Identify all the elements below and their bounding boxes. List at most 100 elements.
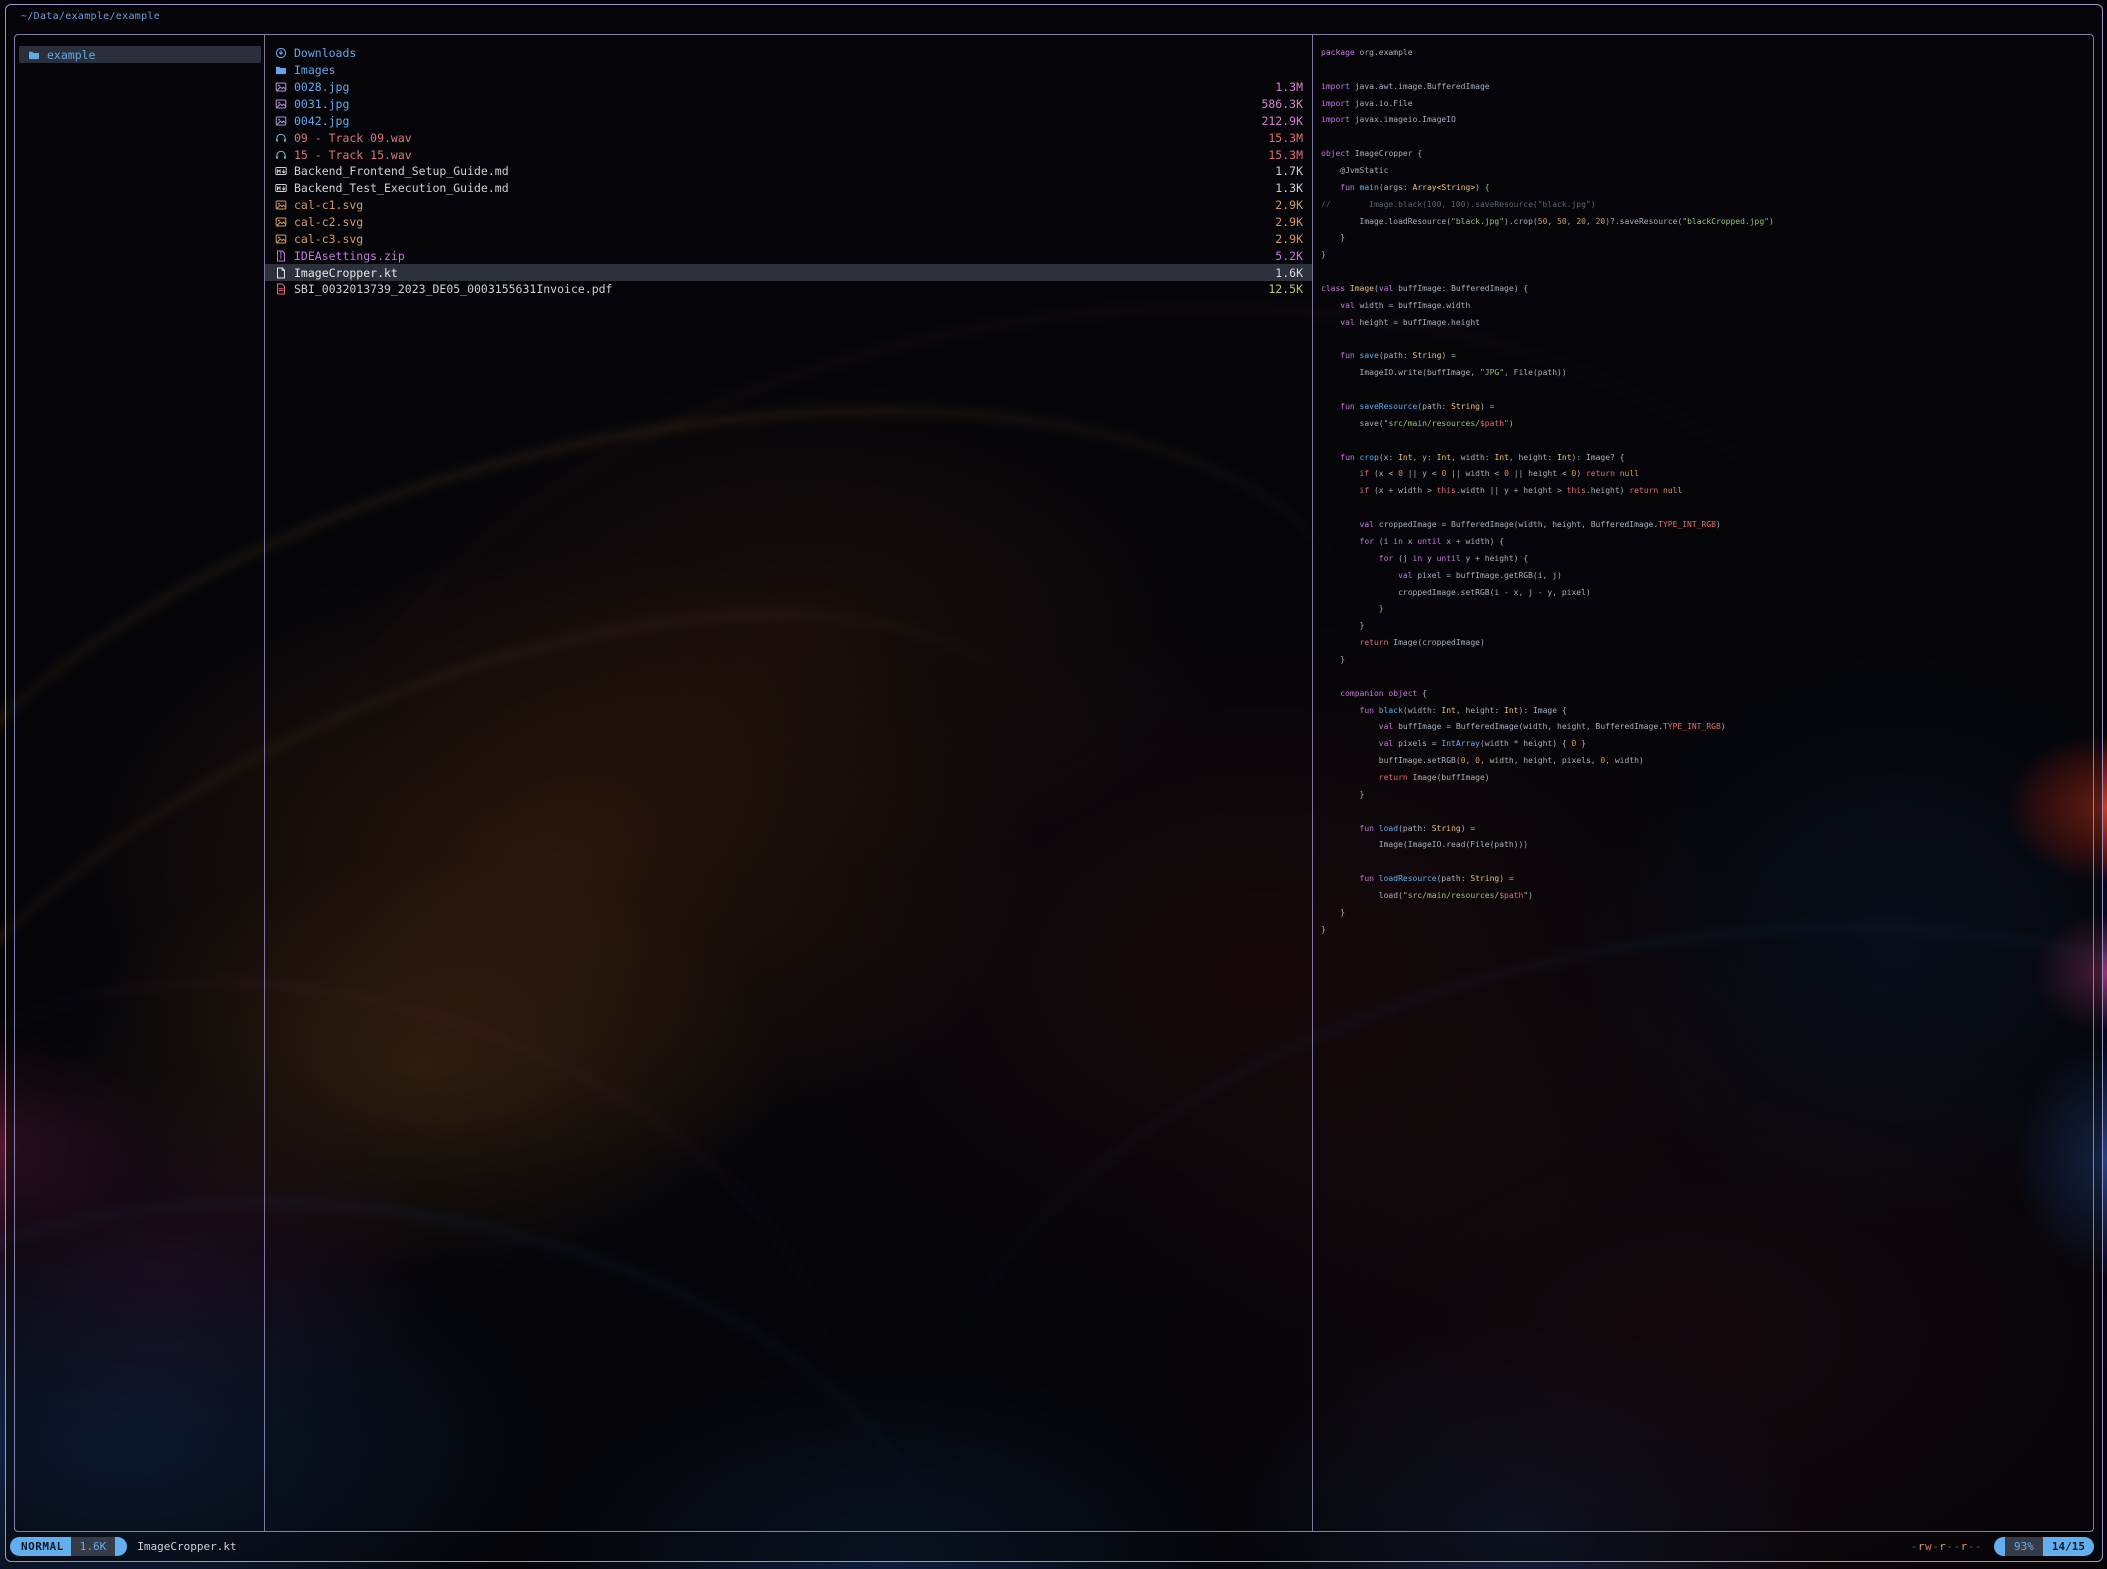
code-line: import javax.imageio.ImageIO (1321, 112, 2091, 129)
file-size: 2.9K (1275, 198, 1303, 212)
file-row[interactable]: 09 - Track 09.wav15.3M (265, 129, 1312, 146)
powerline-cap-icon (1994, 1537, 2005, 1556)
file-name: 0028.jpg (294, 80, 349, 94)
file-row[interactable]: Images (265, 62, 1312, 79)
code-line: // Image.black(100, 100).saveResource("b… (1321, 197, 2091, 214)
code-line: } (1321, 618, 2091, 635)
code-line: fun crop(x: Int, y: Int, width: Int, hei… (1321, 450, 2091, 467)
file-size: 15.3M (1268, 148, 1303, 162)
file-size: 15.3M (1268, 131, 1303, 145)
file-icon (275, 267, 288, 279)
file-row[interactable]: cal-c3.svg 2.9K (265, 230, 1312, 247)
file-name: Backend_Frontend_Setup_Guide.md (294, 164, 509, 178)
file-size: 2.9K (1275, 232, 1303, 246)
code-line: val pixel = buffImage.getRGB(i, j) (1321, 568, 2091, 585)
code-line: fun saveResource(path: String) = (1321, 399, 2091, 416)
code-line (1321, 500, 2091, 517)
code-line (1321, 129, 2091, 146)
code-line: } (1321, 247, 2091, 264)
code-line: val width = buffImage.width (1321, 298, 2091, 315)
file-row[interactable]: SBI_0032013739_2023_DE05_0003155631Invoi… (265, 281, 1312, 298)
terminal-window: ~/Data/example/example example Downloads… (5, 4, 2103, 1562)
permissions: -rw-r--r-- (1911, 1540, 1982, 1553)
image-icon (275, 115, 288, 127)
file-name: 15 - Track 15.wav (294, 148, 412, 162)
code-line: fun black(width: Int, height: Int): Imag… (1321, 703, 2091, 720)
code-line: for (i in x until x + width) { (1321, 534, 2091, 551)
code-line (1321, 854, 2091, 871)
powerline-cap-icon (115, 1537, 127, 1556)
file-row[interactable]: 0031.jpg586.3K (265, 96, 1312, 113)
file-row[interactable]: 0042.jpg 212.9K (265, 112, 1312, 129)
file-row[interactable]: Downloads (265, 45, 1312, 62)
file-row[interactable]: Backend_Frontend_Setup_Guide.md 1.7K (265, 163, 1312, 180)
file-name: IDEAsettings.zip (294, 249, 405, 263)
image-icon (275, 81, 288, 93)
file-name: cal-c1.svg (294, 198, 363, 212)
code-line: } (1321, 922, 2091, 939)
code-line: croppedImage.setRGB(i - x, j - y, pixel) (1321, 585, 2091, 602)
file-row[interactable]: Backend_Test_Execution_Guide.md1.3K (265, 180, 1312, 197)
code-line: companion object { (1321, 686, 2091, 703)
code-line: } (1321, 787, 2091, 804)
file-name: cal-c2.svg (294, 215, 363, 229)
code-line: } (1321, 230, 2091, 247)
markdown-icon (275, 165, 288, 177)
code-line: buffImage.setRGB(0, 0, width, height, pi… (1321, 753, 2091, 770)
code-line: fun load(path: String) = (1321, 821, 2091, 838)
position-indicator: 14/15 (2043, 1537, 2094, 1556)
file-row[interactable]: 15 - Track 15.wav 15.3M (265, 146, 1312, 163)
file-size: 5.2K (1275, 249, 1303, 263)
file-name: 0042.jpg (294, 114, 349, 128)
parent-dir-label: example (47, 48, 95, 62)
code-line: save("src/main/resources/$path") (1321, 416, 2091, 433)
code-line: import java.io.File (1321, 96, 2091, 113)
file-size: 212.9K (1261, 114, 1303, 128)
file-name: SBI_0032013739_2023_DE05_0003155631Invoi… (294, 282, 613, 296)
file-list: Downloads Images 0028.jpg1.3M0031.jpg586.3… (265, 45, 1312, 298)
code-line: package org.example (1321, 45, 2091, 62)
headphones-icon (275, 132, 288, 144)
status-bar: NORMAL 1.6K ImageCropper.kt -rw-r--r-- 9… (10, 1536, 2094, 1556)
code-line: load("src/main/resources/$path") (1321, 888, 2091, 905)
download-circle-icon (275, 47, 288, 59)
code-line: if (x < 0 || y < 0 || width < 0 || heigh… (1321, 466, 2091, 483)
code-line: Image(ImageIO.read(File(path))) (1321, 837, 2091, 854)
code-line (1321, 804, 2091, 821)
parent-dir-item[interactable]: example (19, 46, 261, 63)
file-row[interactable]: cal-c1.svg 2.9K (265, 197, 1312, 214)
code-line (1321, 62, 2091, 79)
image-icon (275, 199, 288, 211)
status-right: -rw-r--r-- 93% 14/15 (1911, 1537, 2094, 1556)
file-row[interactable]: cal-c2.svg2.9K (265, 214, 1312, 231)
file-name: Downloads (294, 46, 356, 60)
file-size-badge: 1.6K (71, 1537, 116, 1556)
file-row[interactable]: 0028.jpg1.3M (265, 79, 1312, 96)
code-line: Image.loadResource("black.jpg").crop(50,… (1321, 214, 2091, 231)
file-name: Backend_Test_Execution_Guide.md (294, 181, 509, 195)
code-line: ImageIO.write(buffImage, "JPG", File(pat… (1321, 365, 2091, 382)
folder-icon (28, 49, 41, 61)
file-row[interactable]: ImageCropper.kt1.6K (265, 264, 1312, 281)
file-name: cal-c3.svg (294, 232, 363, 246)
code-line: val croppedImage = BufferedImage(width, … (1321, 517, 2091, 534)
headphones-icon (275, 149, 288, 161)
file-row[interactable]: IDEAsettings.zip 5.2K (265, 247, 1312, 264)
code-line: fun main(args: Array<String>) { (1321, 180, 2091, 197)
code-line: fun save(path: String) = (1321, 348, 2091, 365)
code-line: } (1321, 601, 2091, 618)
code-line (1321, 382, 2091, 399)
image-icon (275, 233, 288, 245)
code-line: return Image(croppedImage) (1321, 635, 2091, 652)
folder-icon (275, 64, 288, 76)
code-line: @JvmStatic (1321, 163, 2091, 180)
file-size: 1.7K (1275, 164, 1303, 178)
code-line: } (1321, 652, 2091, 669)
scroll-percent: 93% (2005, 1537, 2043, 1556)
code-line: object ImageCropper { (1321, 146, 2091, 163)
file-name: Images (294, 63, 336, 77)
status-filename: ImageCropper.kt (137, 1540, 236, 1553)
file-size: 586.3K (1261, 97, 1303, 111)
code-line: import java.awt.image.BufferedImage (1321, 79, 2091, 96)
title-bar: ~/Data/example/example (6, 5, 2102, 33)
